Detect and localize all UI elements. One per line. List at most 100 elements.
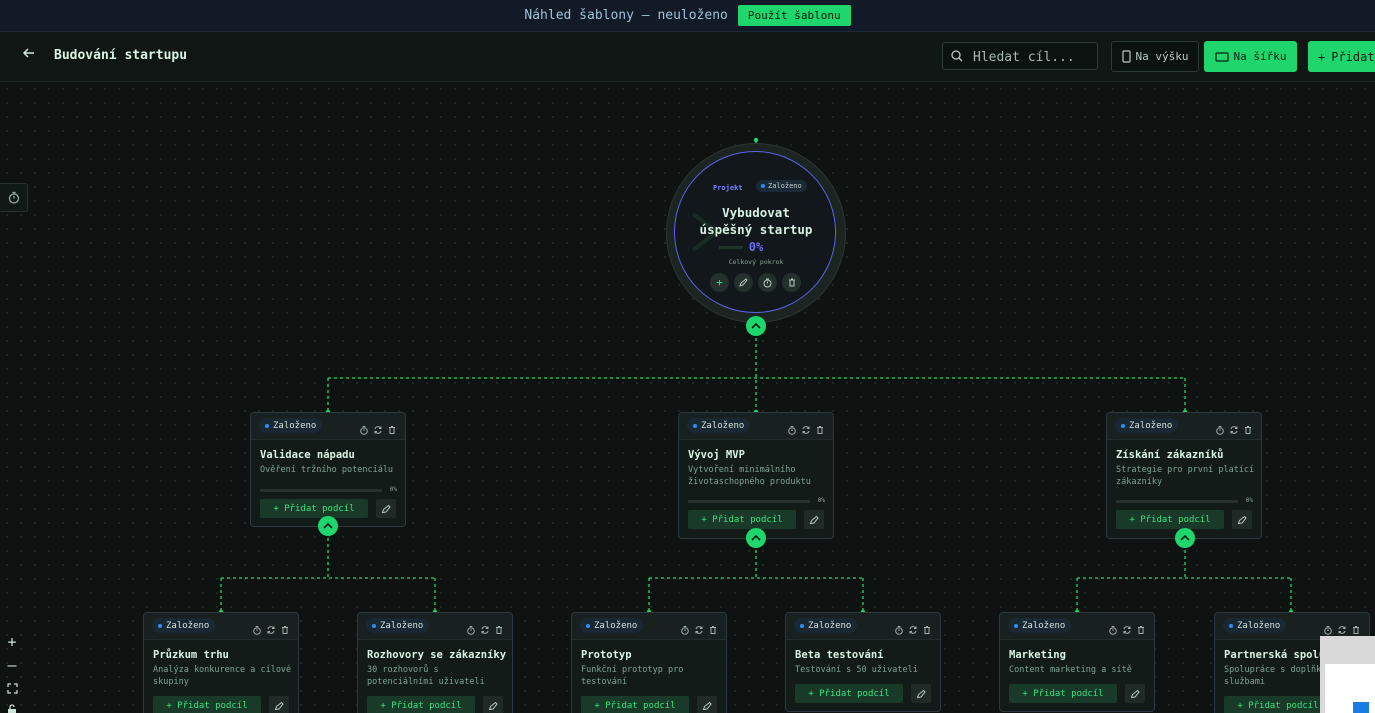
lock-button[interactable] xyxy=(0,700,24,713)
trash-icon[interactable] xyxy=(1243,420,1253,434)
stopwatch-icon[interactable] xyxy=(787,420,797,435)
edit-icon[interactable] xyxy=(483,696,503,713)
page-title: Budování startupu xyxy=(54,48,188,63)
use-template-button[interactable]: Použít šablonu xyxy=(737,5,851,26)
add-subgoal-button[interactable]: + Přidat podcíl xyxy=(260,499,368,518)
refresh-icon[interactable] xyxy=(1229,420,1239,434)
stopwatch-icon[interactable] xyxy=(359,420,369,435)
add-subgoal-button[interactable]: + Přidat podcíl xyxy=(1009,684,1117,703)
minimap[interactable] xyxy=(1320,636,1375,713)
goal-title: Průzkum trhu xyxy=(153,649,229,661)
stopwatch-icon[interactable] xyxy=(252,620,262,635)
root-title-line2: úspěšný startup xyxy=(699,222,813,237)
goal-card[interactable]: Založeno Průzkum trhu Analýza konkurence… xyxy=(143,612,299,713)
search-input[interactable] xyxy=(971,47,1095,67)
edit-icon[interactable] xyxy=(1232,510,1252,529)
add-subgoal-button[interactable]: + Přidat podcíl xyxy=(153,696,261,713)
goal-title: Vývoj MVP xyxy=(688,449,745,461)
refresh-icon[interactable] xyxy=(480,620,490,634)
trash-icon[interactable] xyxy=(387,420,397,434)
refresh-icon[interactable] xyxy=(373,420,383,434)
add-subgoal-button[interactable]: + Přidat podcíl xyxy=(581,696,689,713)
trash-icon[interactable] xyxy=(815,420,825,434)
goal-card-header: Založeno xyxy=(679,413,833,440)
add-subgoal-icon[interactable]: + xyxy=(710,273,729,292)
goal-card[interactable]: Založeno Prototyp Funkční prototyp pro t… xyxy=(571,612,727,713)
root-goal-node[interactable]: Projekt Založeno Vybudovat úspěšný start… xyxy=(667,144,845,322)
stopwatch-icon[interactable] xyxy=(1108,620,1118,635)
root-status-text: Založeno xyxy=(768,182,802,190)
edit-icon[interactable] xyxy=(269,696,289,713)
card-actions xyxy=(680,620,718,635)
add-subgoal-button[interactable]: + Přidat podcíl xyxy=(1224,696,1332,713)
status-badge: Založeno xyxy=(580,618,644,633)
card-actions xyxy=(787,420,825,435)
add-subgoal-button[interactable]: + Přidat podcíl xyxy=(367,696,475,713)
zoom-out-button[interactable]: – xyxy=(0,655,24,675)
goal-card[interactable]: Založeno Marketing Content marketing a s… xyxy=(999,612,1155,712)
goal-card[interactable]: Založeno Rozhovory se zákazníky 30 rozho… xyxy=(357,612,513,713)
goal-card-header: Založeno xyxy=(251,413,405,440)
collapse-toggle-icon[interactable] xyxy=(1175,528,1195,548)
portrait-layout-button[interactable]: Na výšku xyxy=(1111,41,1199,72)
edit-icon[interactable] xyxy=(376,499,396,518)
card-actions xyxy=(1108,620,1146,635)
back-arrow-icon[interactable] xyxy=(22,46,40,66)
portrait-icon xyxy=(1121,50,1131,63)
goal-card[interactable]: Založeno Beta testování Testování s 50 u… xyxy=(785,612,941,712)
status-badge: Založeno xyxy=(1008,618,1072,633)
add-subgoal-button[interactable]: + Přidat podcíl xyxy=(795,684,903,703)
landscape-layout-button[interactable]: Na šířku xyxy=(1204,41,1297,72)
zoom-in-button[interactable]: + xyxy=(0,632,24,652)
refresh-icon[interactable] xyxy=(1122,620,1132,634)
add-subgoal-button[interactable]: + Přidat podcíl xyxy=(688,510,796,529)
trash-icon[interactable] xyxy=(494,620,504,634)
goal-card-header: Založeno xyxy=(572,613,726,640)
stopwatch-icon[interactable] xyxy=(894,620,904,635)
stopwatch-icon[interactable] xyxy=(680,620,690,635)
collapse-toggle-icon[interactable] xyxy=(746,528,766,548)
edit-icon[interactable] xyxy=(804,510,824,529)
status-dot xyxy=(372,623,376,628)
refresh-icon[interactable] xyxy=(908,620,918,634)
goal-card[interactable]: Založeno Získání zákazníků Strategie pro… xyxy=(1106,412,1262,539)
trash-icon[interactable] xyxy=(922,620,932,634)
timer-panel-toggle[interactable] xyxy=(0,183,28,212)
status-dot xyxy=(1121,423,1125,428)
fit-view-button[interactable] xyxy=(0,678,24,698)
collapse-toggle-icon[interactable] xyxy=(318,516,338,536)
trash-icon[interactable] xyxy=(708,620,718,634)
stopwatch-icon[interactable] xyxy=(1215,420,1225,435)
refresh-icon[interactable] xyxy=(801,420,811,434)
goal-tree-canvas[interactable]: + – Projekt Založeno Vybudovat úspěšný s… xyxy=(0,82,1375,713)
goal-card[interactable]: Založeno Vývoj MVP Vytvoření minimálního… xyxy=(678,412,834,539)
stopwatch-icon[interactable] xyxy=(1323,620,1333,635)
refresh-icon[interactable] xyxy=(1337,620,1347,634)
stopwatch-icon[interactable] xyxy=(466,620,476,635)
goal-progress-value: 0% xyxy=(817,497,825,504)
stopwatch-icon[interactable] xyxy=(758,273,777,292)
refresh-icon[interactable] xyxy=(694,620,704,634)
add-goal-button[interactable]: + Přidat xyxy=(1308,41,1375,72)
status-text: Založeno xyxy=(1129,420,1173,431)
edit-icon[interactable] xyxy=(697,696,717,713)
goal-description: Analýza konkurence a cílové skupiny xyxy=(153,665,292,687)
status-badge: Založeno xyxy=(366,618,430,633)
search-box[interactable] xyxy=(942,42,1098,70)
trash-icon[interactable] xyxy=(1136,620,1146,634)
trash-icon[interactable] xyxy=(782,273,801,292)
trash-icon[interactable] xyxy=(280,620,290,634)
edit-icon[interactable] xyxy=(911,684,931,703)
edit-icon[interactable] xyxy=(734,273,753,292)
status-badge: Založeno xyxy=(1223,618,1287,633)
goal-title: Rozhovory se zákazníky xyxy=(367,649,507,661)
trash-icon[interactable] xyxy=(1351,620,1361,634)
refresh-icon[interactable] xyxy=(266,620,276,634)
edit-icon[interactable] xyxy=(1125,684,1145,703)
portrait-label: Na výšku xyxy=(1135,50,1189,63)
add-subgoal-button[interactable]: + Přidat podcíl xyxy=(1116,510,1224,529)
stopwatch-icon xyxy=(8,191,19,204)
status-dot xyxy=(265,423,269,428)
collapse-toggle-icon[interactable] xyxy=(746,316,766,336)
goal-card[interactable]: Založeno Validace nápadu Ověření tržního… xyxy=(250,412,406,527)
